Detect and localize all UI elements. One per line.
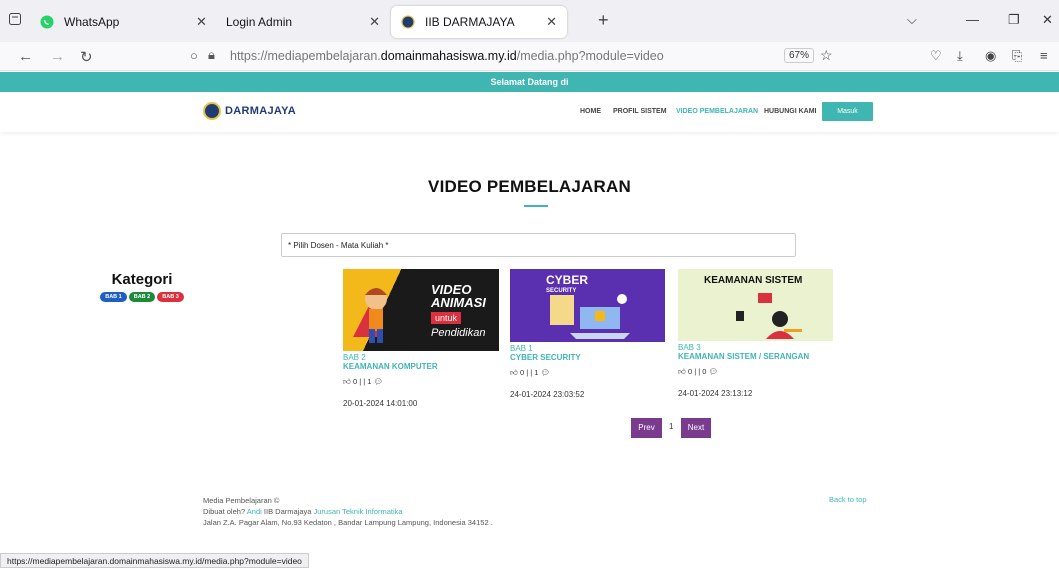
close-icon[interactable]: ✕: [196, 14, 207, 30]
thumb-text: untuk: [431, 312, 462, 324]
video-date: 24-01-2024 23:03:52: [510, 390, 585, 399]
video-thumbnail[interactable]: VIDEO ANIMASI untuk Pendidikan: [343, 269, 499, 351]
footer-copyright: Media Pembelajaran ©: [203, 496, 280, 505]
whatsapp-icon: [40, 15, 54, 29]
new-tab-icon[interactable]: +: [598, 10, 609, 31]
hacker-icon: [736, 293, 802, 339]
menu-home[interactable]: HOME: [580, 108, 601, 115]
account-icon[interactable]: ◉: [985, 48, 996, 64]
video-card: CYBER SECURITY BAB 1 CYBER SECURITY 👍︎ 0 …: [510, 269, 666, 399]
kategori-panel: Kategori BAB 1 BAB 2 BAB 3: [86, 271, 198, 302]
page-title: VIDEO PEMBELAJARAN: [428, 177, 631, 196]
video-thumbnail[interactable]: KEAMANAN SISTEM: [678, 269, 833, 341]
thumb-text: VIDEO ANIMASI: [431, 282, 486, 310]
video-card: KEAMANAN SISTEM BAB 3 KEAMANAN SISTEM / …: [678, 269, 834, 398]
tab-login-admin[interactable]: Login Admin ✕: [210, 6, 390, 38]
video-title[interactable]: KEAMANAN SISTEM / SERANGAN: [678, 352, 834, 361]
url-bar[interactable]: ○ 🔒︎ https://mediapembelajaran.domainmah…: [180, 45, 833, 68]
close-window-icon[interactable]: ✕: [1042, 12, 1053, 28]
lock-icon[interactable]: 🔒︎: [208, 47, 215, 63]
comment-icon[interactable]: 💬︎: [709, 367, 719, 376]
tab-iib-darmajaya[interactable]: IIB DARMAJAYA ✕: [391, 6, 567, 38]
footer-credits: Dibuat oleh? Andi IIB Darmajaya Jurusan …: [203, 507, 403, 516]
close-icon[interactable]: ✕: [546, 14, 557, 30]
badge-bab-1[interactable]: BAB 1: [100, 292, 127, 302]
minimize-icon[interactable]: —: [966, 12, 979, 27]
bookmark-star-icon[interactable]: ☆: [820, 47, 833, 64]
video-bab: BAB 3: [678, 343, 701, 352]
video-title[interactable]: KEAMANAN KOMPUTER: [343, 362, 499, 371]
browser-navbar: ← → ↻ ○ 🔒︎ https://mediapembelajaran.dom…: [0, 42, 1059, 71]
pocket-icon[interactable]: ♡: [930, 48, 942, 64]
video-title[interactable]: CYBER SECURITY: [510, 353, 666, 362]
status-bar-url: https://mediapembelajaran.domainmahasisw…: [0, 553, 309, 568]
lecturer-course-select[interactable]: * Pilih Dosen - Mata Kuliah *: [281, 233, 796, 257]
close-icon[interactable]: ✕: [369, 14, 380, 30]
cartoon-kid-icon: [351, 277, 401, 347]
site-header: DARMAJAYA HOME PROFIL SISTEM VIDEO PEMBE…: [0, 92, 1059, 132]
menu-icon[interactable]: ≡: [1040, 48, 1048, 63]
shield-icon[interactable]: ○: [190, 48, 198, 63]
kategori-title: Kategori: [111, 271, 173, 288]
welcome-bar: Selamat Datang di: [0, 72, 1059, 92]
tab-title: IIB DARMAJAYA: [425, 15, 515, 29]
footer: Media Pembelajaran © Dibuat oleh? Andi I…: [203, 495, 493, 528]
video-stats: 👍︎ 0 | | 1 💬︎: [343, 377, 384, 386]
download-icon[interactable]: ⤓: [957, 48, 963, 64]
menu-video-pembelajaran[interactable]: VIDEO PEMBELAJARAN: [676, 108, 758, 115]
browser-tabbar: WhatsApp Login Admin ✕ ✕ IIB DARMAJAYA ✕…: [0, 0, 1059, 42]
tab-whatsapp[interactable]: WhatsApp: [30, 6, 200, 38]
reload-icon[interactable]: ↻: [80, 48, 93, 66]
next-button[interactable]: Next: [681, 418, 711, 438]
tab-title: Login Admin: [226, 15, 293, 29]
menu-hubungi-kami[interactable]: HUBUNGI KAMI: [764, 108, 817, 115]
video-stats: 👍︎ 0 | | 1 💬︎: [510, 368, 551, 377]
video-thumbnail[interactable]: CYBER SECURITY: [510, 269, 665, 342]
site-favicon-icon: [401, 15, 415, 29]
login-button[interactable]: Masuk: [822, 102, 873, 121]
chevron-down-icon[interactable]: ⌵: [907, 12, 917, 28]
video-date: 24-01-2024 23:13:12: [678, 389, 753, 398]
back-to-top-link[interactable]: Back to top: [829, 495, 867, 504]
logo-emblem-icon: [203, 102, 221, 120]
like-icon[interactable]: 👍︎: [343, 377, 351, 386]
logo-text: DARMAJAYA: [225, 105, 296, 117]
footer-address: Jalan Z.A. Pagar Alam, No.93 Kedaton , B…: [203, 518, 493, 527]
comment-icon[interactable]: 💬︎: [374, 377, 384, 386]
video-bab: BAB 2: [343, 353, 366, 362]
badge-bab-2[interactable]: BAB 2: [128, 292, 156, 302]
badge-bab-3[interactable]: BAB 3: [157, 292, 184, 302]
tab-title: WhatsApp: [64, 15, 120, 29]
author-link[interactable]: Andi: [247, 507, 262, 516]
title-underline: [524, 205, 548, 207]
thumb-text: Pendidikan: [431, 327, 486, 339]
video-stats: 👍︎ 0 | | 0 💬︎: [678, 367, 719, 376]
comment-icon[interactable]: 💬︎: [541, 368, 551, 377]
site-logo[interactable]: DARMAJAYA: [203, 102, 296, 120]
like-icon[interactable]: 👍︎: [510, 368, 518, 377]
video-date: 20-01-2024 14:01:00: [343, 399, 418, 408]
forward-arrow-icon[interactable]: →: [50, 48, 65, 65]
tab-list-icon[interactable]: [8, 12, 22, 26]
video-bab: BAB 1: [510, 344, 533, 353]
like-icon[interactable]: 👍︎: [678, 367, 686, 376]
prev-button[interactable]: Prev: [631, 418, 662, 438]
back-arrow-icon[interactable]: ←: [18, 48, 33, 65]
thumb-text: KEAMANAN SISTEM: [704, 275, 803, 286]
extensions-icon[interactable]: ⎘: [1012, 48, 1022, 64]
zoom-level[interactable]: 67%: [784, 48, 815, 63]
menu-profil-sistem[interactable]: PROFIL SISTEM: [613, 108, 667, 115]
laptop-security-icon: [550, 294, 630, 339]
department-link[interactable]: Jurusan Teknik Informatika: [314, 507, 403, 516]
video-card: VIDEO ANIMASI untuk Pendidikan BAB 2 KEAM…: [343, 269, 499, 408]
restore-icon[interactable]: ❐: [1008, 12, 1020, 28]
url-text: https://mediapembelajaran.domainmahasisw…: [230, 49, 664, 63]
page-number[interactable]: 1: [669, 422, 673, 431]
